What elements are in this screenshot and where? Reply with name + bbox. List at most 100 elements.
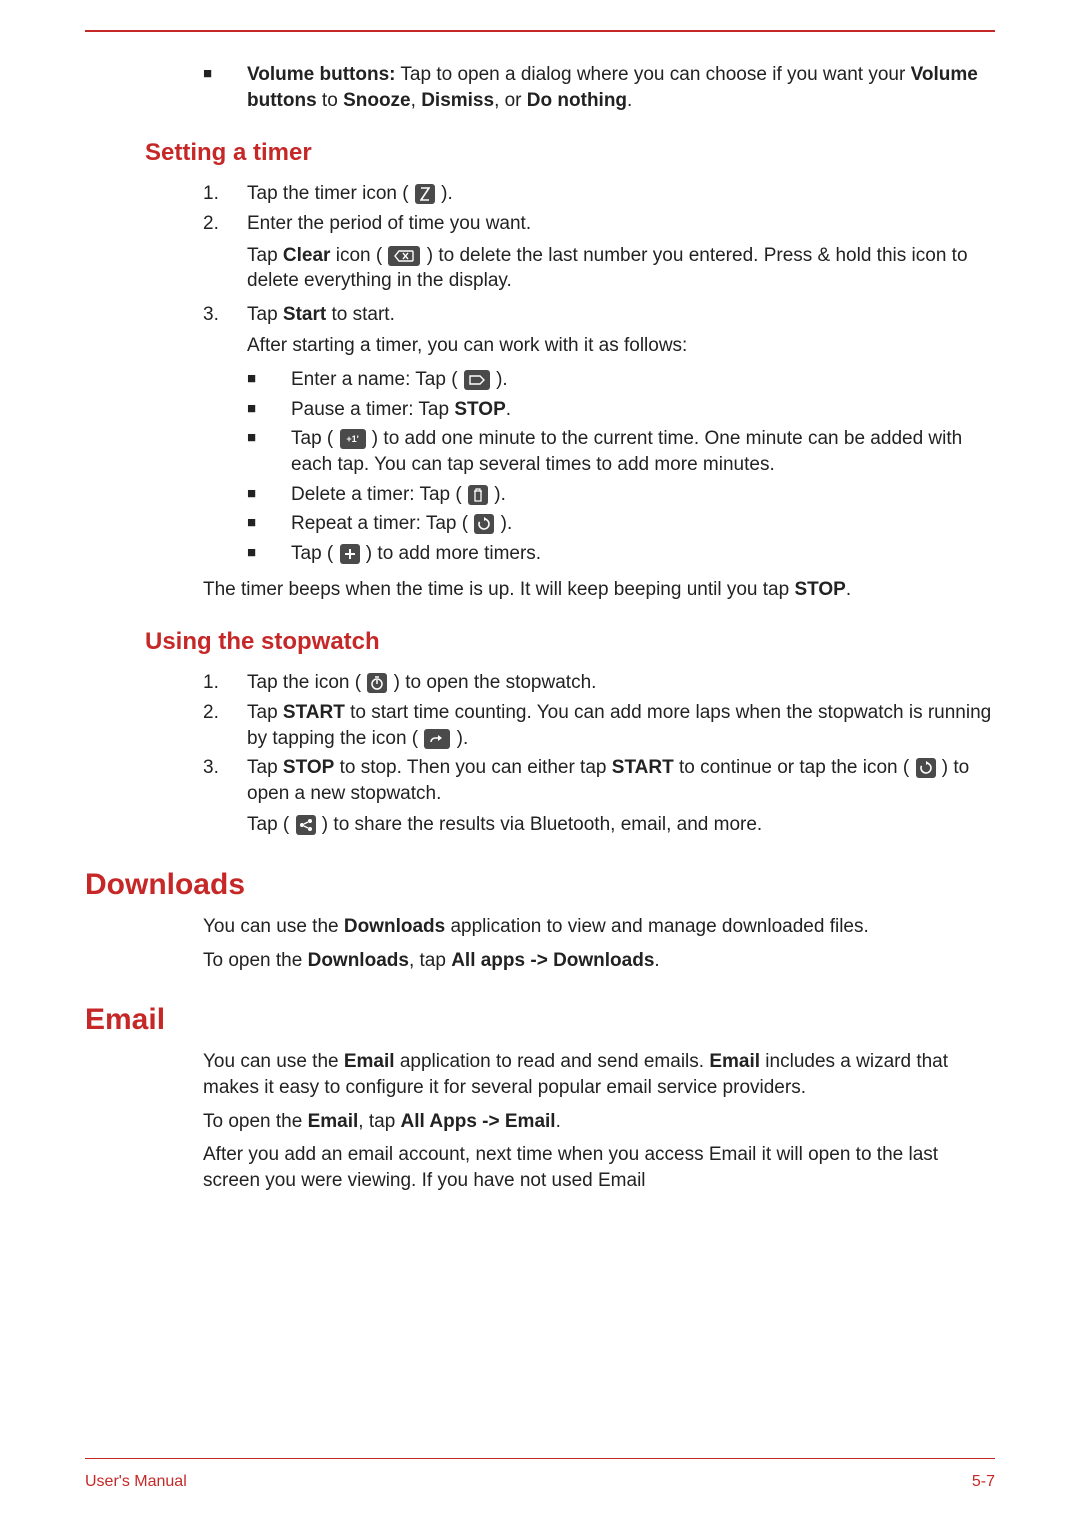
t2pa: Tap: [247, 245, 283, 266]
s3b: to stop. Then you can either tap: [334, 757, 611, 778]
t2: Enter the period of time you want.: [247, 213, 531, 234]
top-rule: [85, 30, 995, 32]
s2a: Tap: [247, 702, 283, 723]
s3pa: Tap (: [247, 814, 295, 835]
plus-one-icon: +1': [340, 429, 366, 449]
em2b: Email: [308, 1111, 359, 1132]
share-icon: [296, 815, 316, 835]
dl2d: All apps -> Downloads: [451, 950, 654, 971]
em1a: You can use the: [203, 1051, 344, 1072]
stopwatch-step-3: Tap STOP to stop. Then you can either ta…: [203, 755, 995, 838]
em2d: All Apps -> Email: [401, 1111, 556, 1132]
volume-buttons-list: Volume buttons: Tap to open a dialog whe…: [203, 62, 995, 113]
t2pb: icon (: [330, 245, 387, 266]
b6b: ) to add more timers.: [361, 543, 542, 564]
downloads-p1: You can use the Downloads application to…: [203, 914, 995, 940]
s1a: Tap the icon (: [247, 672, 366, 693]
tcstop: STOP: [794, 579, 845, 600]
timer-step-2: Enter the period of time you want. Tap C…: [203, 211, 995, 294]
b4b: ).: [489, 484, 506, 505]
b5b: ).: [495, 513, 512, 534]
label-icon: [464, 370, 490, 390]
timer-sub-list: Enter a name: Tap ( ). Pause a timer: Ta…: [247, 367, 995, 566]
timer-sub-delete: Delete a timer: Tap ( ).: [247, 482, 995, 508]
heading-email: Email: [85, 1003, 995, 1037]
b2a: Pause a timer: Tap: [291, 399, 454, 420]
vb-dismiss: Dismiss: [421, 90, 494, 111]
footer-right: 5-7: [972, 1473, 995, 1491]
vb-bold: Volume buttons:: [247, 64, 395, 85]
timer-steps: Tap the timer icon ( ). Enter the period…: [203, 181, 995, 566]
dl1a: You can use the: [203, 916, 344, 937]
em1d: Email: [709, 1051, 760, 1072]
t3start: Start: [283, 304, 326, 325]
stopwatch-steps: Tap the icon ( ) to open the stopwatch. …: [203, 670, 995, 838]
downloads-p2: To open the Downloads, tap All apps -> D…: [203, 948, 995, 974]
tcb: .: [846, 579, 851, 600]
timer-sub-plus1: Tap ( +1' ) to add one minute to the cur…: [247, 426, 995, 477]
repeat-icon: [474, 514, 494, 534]
dl2a: To open the: [203, 950, 308, 971]
s1b: ) to open the stopwatch.: [388, 672, 596, 693]
t1a: Tap the timer icon (: [247, 183, 414, 204]
timer-sub-name: Enter a name: Tap ( ).: [247, 367, 995, 393]
footer-left: User's Manual: [85, 1473, 187, 1491]
em2e: .: [556, 1111, 561, 1132]
heading-downloads: Downloads: [85, 868, 995, 902]
b3b: ) to add one minute to the current time.…: [291, 428, 962, 475]
dl1b: Downloads: [344, 916, 445, 937]
timer-sub-pause: Pause a timer: Tap STOP.: [247, 397, 995, 423]
vb-donothing: Do nothing: [527, 90, 627, 111]
vb-snooze: Snooze: [343, 90, 411, 111]
backspace-icon: [388, 246, 420, 266]
timer-step-3-intro: After starting a timer, you can work wit…: [247, 333, 995, 359]
lap-icon: [424, 729, 450, 749]
em2a: To open the: [203, 1111, 308, 1132]
email-p3: After you add an email account, next tim…: [203, 1142, 995, 1193]
s3pb: ) to share the results via Bluetooth, em…: [317, 814, 763, 835]
vb-t3: to: [317, 90, 343, 111]
dl2e: .: [654, 950, 659, 971]
b1a: Enter a name: Tap (: [291, 369, 463, 390]
s3a: Tap: [247, 757, 283, 778]
em1b: Email: [344, 1051, 395, 1072]
b2b: .: [506, 399, 511, 420]
tca: The timer beeps when the time is up. It …: [203, 579, 794, 600]
timer-step-1: Tap the timer icon ( ).: [203, 181, 995, 207]
timer-sub-add: Tap ( ) to add more timers.: [247, 541, 995, 567]
s3c: to continue or tap the icon (: [674, 757, 915, 778]
vb-c1: ,: [411, 90, 422, 111]
s2start: START: [283, 702, 345, 723]
t3a: Tap: [247, 304, 283, 325]
stopwatch-icon: [367, 673, 387, 693]
dl2c: , tap: [409, 950, 451, 971]
email-p2: To open the Email, tap All Apps -> Email…: [203, 1109, 995, 1135]
s3start: START: [612, 757, 674, 778]
s2c: ).: [451, 728, 468, 749]
dl1c: application to view and manage downloade…: [445, 916, 869, 937]
heading-stopwatch: Using the stopwatch: [145, 628, 995, 656]
heading-setting-timer: Setting a timer: [145, 139, 995, 167]
plus-icon: [340, 544, 360, 564]
s3stop: STOP: [283, 757, 334, 778]
stopwatch-step-1: Tap the icon ( ) to open the stopwatch.: [203, 670, 995, 696]
t3b: to start.: [326, 304, 395, 325]
t2clear: Clear: [283, 245, 331, 266]
timer-sub-repeat: Repeat a timer: Tap ( ).: [247, 511, 995, 537]
b3a: Tap (: [291, 428, 339, 449]
timer-step-2-para: Tap Clear icon ( ) to delete the last nu…: [247, 243, 995, 294]
b6a: Tap (: [291, 543, 339, 564]
vb-period: .: [627, 90, 632, 111]
em2c: , tap: [358, 1111, 400, 1132]
bottom-rule: [85, 1458, 995, 1459]
stopwatch-step-2: Tap START to start time counting. You ca…: [203, 700, 995, 751]
em1c: application to read and send emails.: [395, 1051, 710, 1072]
s2b: to start time counting. You can add more…: [247, 702, 991, 749]
b5a: Repeat a timer: Tap (: [291, 513, 473, 534]
timer-icon: [415, 184, 435, 204]
b2stop: STOP: [454, 399, 505, 420]
vb-t1: Tap to open a dialog where you can choos…: [395, 64, 910, 85]
email-p1: You can use the Email application to rea…: [203, 1049, 995, 1100]
timer-step-3: Tap Start to start. After starting a tim…: [203, 302, 995, 567]
b1b: ).: [491, 369, 508, 390]
